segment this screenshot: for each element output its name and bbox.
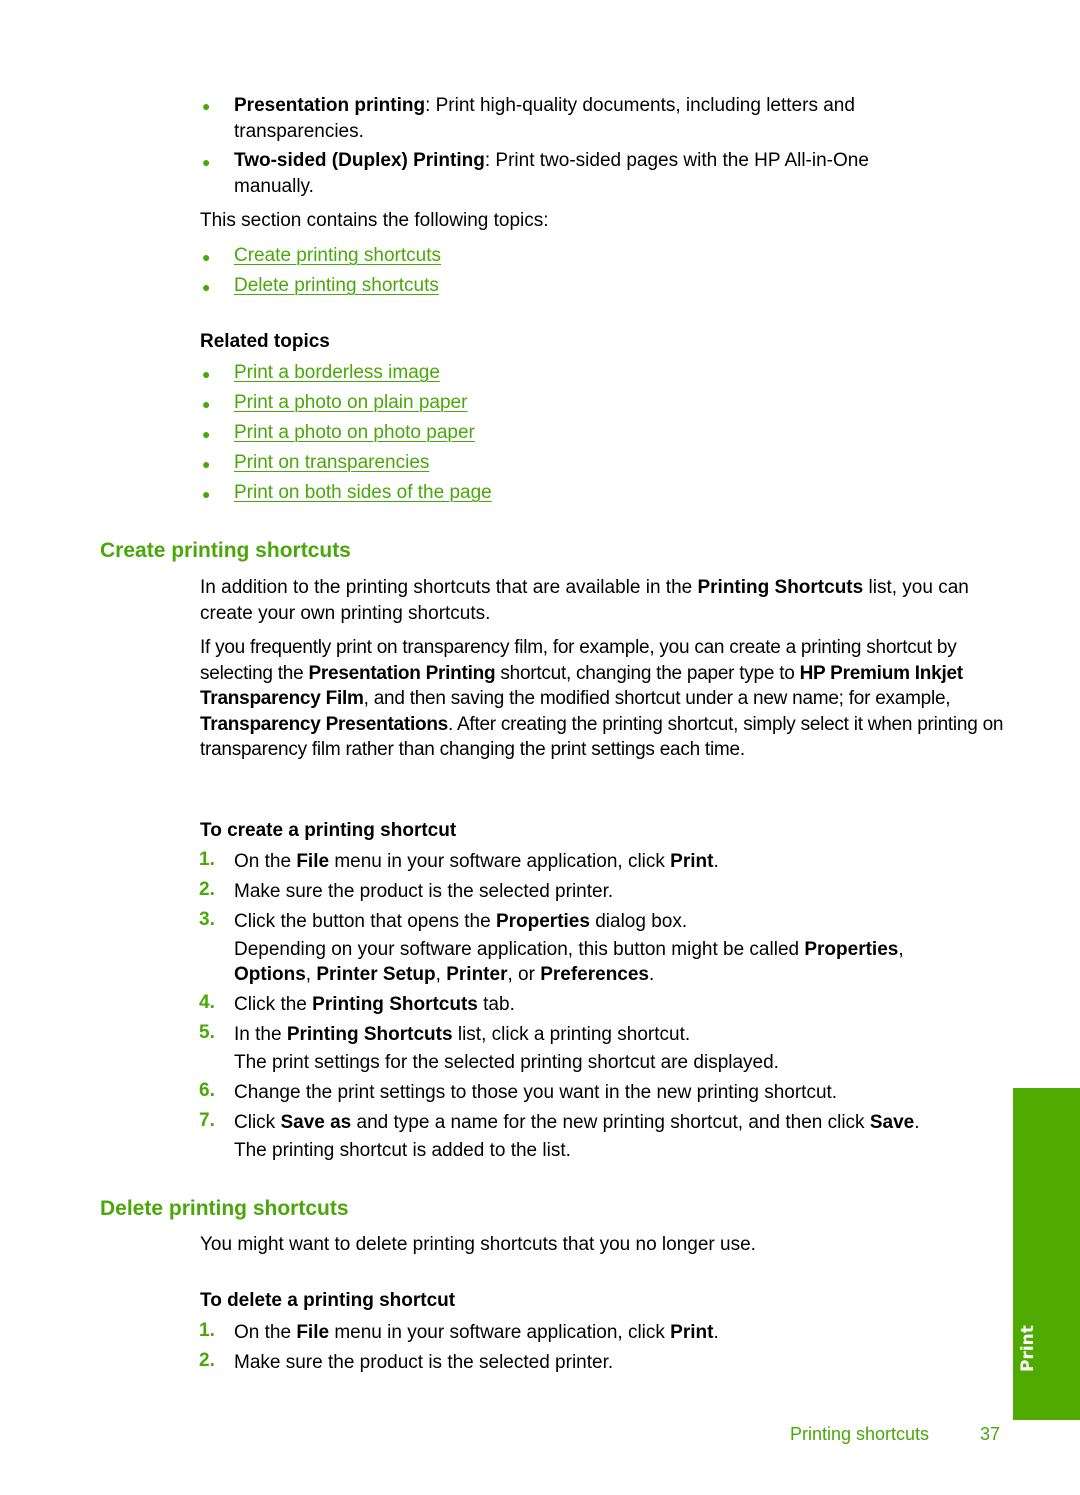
bullet-presentation-printing-cont: transparencies. <box>234 121 364 142</box>
create-step-2: Make sure the product is the selected pr… <box>234 881 614 902</box>
bullet-icon: ● <box>202 98 211 114</box>
create-step-7: Click Save as and type a name for the ne… <box>234 1112 920 1133</box>
bullet-icon: ● <box>202 456 211 472</box>
create-section-heading: Create printing shortcuts <box>100 539 351 562</box>
create-step-7-note: The printing shortcut is added to the li… <box>234 1140 571 1161</box>
create-paragraph-2: If you frequently print on transparency … <box>200 637 1004 760</box>
link-print-photo-plain-paper[interactable]: Print a photo on plain paper <box>234 390 467 415</box>
create-step-1: On the File menu in your software applic… <box>234 851 719 872</box>
bullet-duplex-printing: Two-sided (Duplex) Printing: Print two-s… <box>234 150 869 171</box>
create-step-5: In the Printing Shortcuts list, click a … <box>234 1024 691 1045</box>
delete-intro: You might want to delete printing shortc… <box>200 1234 756 1255</box>
create-step-5-note: The print settings for the selected prin… <box>234 1052 779 1073</box>
section-intro: This section contains the following topi… <box>200 210 549 231</box>
delete-procedure-title: To delete a printing shortcut <box>200 1290 456 1311</box>
step-number: 6. <box>199 1080 215 1101</box>
bullet-icon: ● <box>202 154 211 170</box>
link-print-on-transparencies[interactable]: Print on transparencies <box>234 450 429 475</box>
step-number: 7. <box>199 1110 215 1131</box>
bullet-icon: ● <box>202 396 211 412</box>
bullet-icon: ● <box>202 249 211 265</box>
link-print-both-sides[interactable]: Print on both sides of the page <box>234 480 492 505</box>
bullet-presentation-printing: Presentation printing: Print high-qualit… <box>234 95 855 116</box>
step-number: 2. <box>199 879 215 900</box>
delete-section-heading: Delete printing shortcuts <box>100 1197 349 1220</box>
bullet-duplex-printing-cont: manually. <box>234 176 314 197</box>
related-topics-heading: Related topics <box>200 331 330 352</box>
step-number: 2. <box>199 1350 215 1371</box>
bullet-icon: ● <box>202 366 211 382</box>
bullet-icon: ● <box>202 486 211 502</box>
delete-step-2: Make sure the product is the selected pr… <box>234 1352 614 1373</box>
step-number: 1. <box>199 849 215 870</box>
delete-step-1: On the File menu in your software applic… <box>234 1322 719 1343</box>
footer-page-number: 37 <box>980 1424 1001 1444</box>
create-procedure-title: To create a printing shortcut <box>200 820 457 841</box>
step-number: 1. <box>199 1320 215 1341</box>
step-number: 5. <box>199 1022 215 1043</box>
step-number: 4. <box>199 992 215 1013</box>
create-step-4: Click the Printing Shortcuts tab. <box>234 994 515 1015</box>
create-step-6: Change the print settings to those you w… <box>234 1082 838 1103</box>
link-delete-printing-shortcuts[interactable]: Delete printing shortcuts <box>234 273 439 298</box>
step-number: 3. <box>199 909 215 930</box>
link-print-borderless-image[interactable]: Print a borderless image <box>234 360 440 385</box>
create-step-3: Click the button that opens the Properti… <box>234 911 688 932</box>
link-create-printing-shortcuts[interactable]: Create printing shortcuts <box>234 243 441 268</box>
footer-section-name: Printing shortcuts <box>790 1424 930 1444</box>
link-print-photo-photo-paper[interactable]: Print a photo on photo paper <box>234 420 475 445</box>
chapter-side-tab-label: Print <box>1018 1325 1038 1372</box>
create-step-3-note: Depending on your software application, … <box>234 939 904 960</box>
bullet-icon: ● <box>202 426 211 442</box>
bullet-icon: ● <box>202 279 211 295</box>
create-step-3-note-cont: Options, Printer Setup, Printer, or Pref… <box>234 964 655 985</box>
create-paragraph-1: In addition to the printing shortcuts th… <box>200 577 969 624</box>
